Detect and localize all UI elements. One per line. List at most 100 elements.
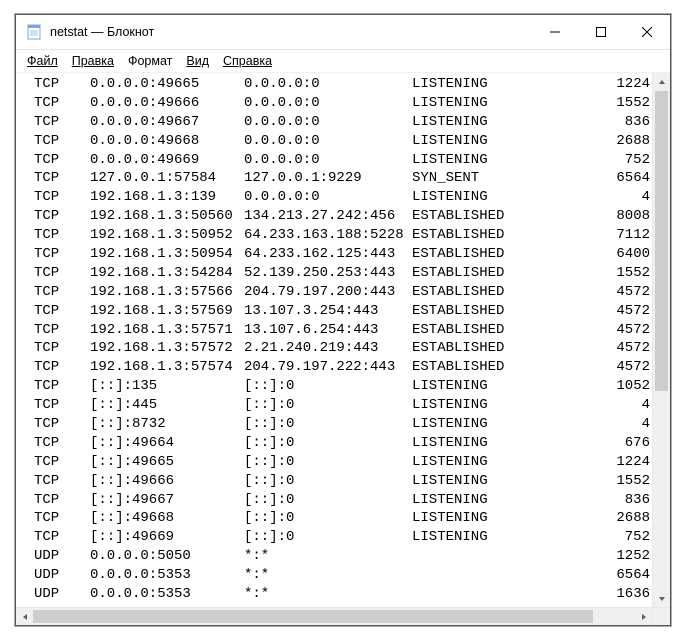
- cell-pid: 4: [538, 396, 652, 415]
- cell-remote: [::]:0: [244, 528, 412, 547]
- cell-state: LISTENING: [412, 509, 538, 528]
- table-row: TCP192.168.1.3:57566204.79.197.200:443ES…: [22, 283, 652, 302]
- cell-pid: 676: [538, 434, 652, 453]
- cell-local: 192.168.1.3:57571: [90, 321, 244, 340]
- cell-pid: 2688: [538, 132, 652, 151]
- close-button[interactable]: [624, 15, 670, 49]
- table-row: TCP[::]:49669[::]:0LISTENING752: [22, 528, 652, 547]
- cell-local: 192.168.1.3:57574: [90, 358, 244, 377]
- cell-local: 0.0.0.0:49666: [90, 94, 244, 113]
- cell-pid: 1552: [538, 472, 652, 491]
- cell-state: ESTABLISHED: [412, 358, 538, 377]
- scrollbar-corner: [652, 608, 670, 625]
- menu-file[interactable]: Файл: [22, 53, 63, 69]
- cell-remote: [::]:0: [244, 377, 412, 396]
- cell-state: LISTENING: [412, 528, 538, 547]
- cell-state: LISTENING: [412, 415, 538, 434]
- minimize-button[interactable]: [532, 15, 578, 49]
- cell-pid: 1224: [538, 75, 652, 94]
- cell-state: LISTENING: [412, 434, 538, 453]
- horizontal-scrollbar[interactable]: [16, 607, 670, 625]
- table-row: UDP0.0.0.0:5050*:*1252: [22, 547, 652, 566]
- cell-proto: TCP: [22, 169, 90, 188]
- cell-remote: [::]:0: [244, 491, 412, 510]
- menu-edit[interactable]: Правка: [67, 53, 119, 69]
- scroll-left-arrow-icon[interactable]: [16, 608, 33, 625]
- cell-proto: TCP: [22, 415, 90, 434]
- cell-pid: 1224: [538, 453, 652, 472]
- cell-local: 0.0.0.0:5050: [90, 547, 244, 566]
- cell-proto: TCP: [22, 132, 90, 151]
- cell-state: ESTABLISHED: [412, 283, 538, 302]
- scroll-up-arrow-icon[interactable]: [653, 73, 670, 90]
- cell-state: LISTENING: [412, 94, 538, 113]
- maximize-button[interactable]: [578, 15, 624, 49]
- cell-pid: 1636: [538, 585, 652, 604]
- horizontal-scroll-thumb[interactable]: [33, 610, 593, 623]
- cell-local: 192.168.1.3:50952: [90, 226, 244, 245]
- cell-remote: *:*: [244, 547, 412, 566]
- cell-pid: 6564: [538, 566, 652, 585]
- cell-local: 0.0.0.0:49668: [90, 132, 244, 151]
- cell-proto: TCP: [22, 226, 90, 245]
- table-row: UDP0.0.0.0:5353*:*1636: [22, 585, 652, 604]
- cell-local: 127.0.0.1:57584: [90, 169, 244, 188]
- menu-view[interactable]: Вид: [181, 53, 214, 69]
- table-row: TCP0.0.0.0:496670.0.0.0:0LISTENING836: [22, 113, 652, 132]
- cell-pid: 4572: [538, 302, 652, 321]
- cell-pid: 4: [538, 415, 652, 434]
- menu-help[interactable]: Справка: [218, 53, 277, 69]
- cell-state: LISTENING: [412, 75, 538, 94]
- cell-local: 192.168.1.3:54284: [90, 264, 244, 283]
- cell-pid: 8008: [538, 207, 652, 226]
- scroll-down-arrow-icon[interactable]: [653, 590, 670, 607]
- cell-proto: TCP: [22, 113, 90, 132]
- cell-remote: *:*: [244, 566, 412, 585]
- cell-pid: 2688: [538, 509, 652, 528]
- cell-remote: 64.233.163.188:5228: [244, 226, 412, 245]
- cell-remote: 13.107.6.254:443: [244, 321, 412, 340]
- cell-proto: TCP: [22, 207, 90, 226]
- table-row: TCP[::]:49668[::]:0LISTENING2688: [22, 509, 652, 528]
- table-row: TCP192.168.1.3:1390.0.0.0:0LISTENING4: [22, 188, 652, 207]
- cell-state: ESTABLISHED: [412, 302, 538, 321]
- table-row: TCP192.168.1.3:5757113.107.6.254:443ESTA…: [22, 321, 652, 340]
- table-row: TCP192.168.1.3:5095464.233.162.125:443ES…: [22, 245, 652, 264]
- cell-state: LISTENING: [412, 151, 538, 170]
- cell-state: LISTENING: [412, 188, 538, 207]
- cell-remote: 2.21.240.219:443: [244, 339, 412, 358]
- cell-state: ESTABLISHED: [412, 245, 538, 264]
- cell-state: ESTABLISHED: [412, 226, 538, 245]
- cell-proto: TCP: [22, 358, 90, 377]
- hscroll-track[interactable]: [33, 608, 635, 625]
- cell-local: 0.0.0.0:5353: [90, 566, 244, 585]
- cell-proto: TCP: [22, 94, 90, 113]
- cell-pid: 1552: [538, 94, 652, 113]
- text-content[interactable]: TCP0.0.0.0:496650.0.0.0:0LISTENING1224TC…: [16, 73, 652, 607]
- cell-proto: TCP: [22, 302, 90, 321]
- titlebar[interactable]: netstat — Блокнот: [16, 15, 670, 50]
- cell-pid: 752: [538, 151, 652, 170]
- cell-local: [::]:445: [90, 396, 244, 415]
- vertical-scrollbar[interactable]: [652, 73, 670, 607]
- cell-pid: 4572: [538, 321, 652, 340]
- cell-proto: TCP: [22, 377, 90, 396]
- cell-remote: 0.0.0.0:0: [244, 75, 412, 94]
- cell-local: 0.0.0.0:49669: [90, 151, 244, 170]
- vertical-scroll-thumb[interactable]: [655, 91, 668, 391]
- cell-local: 0.0.0.0:5353: [90, 585, 244, 604]
- cell-state: LISTENING: [412, 396, 538, 415]
- table-row: TCP[::]:135[::]:0LISTENING1052: [22, 377, 652, 396]
- cell-proto: TCP: [22, 453, 90, 472]
- menu-format[interactable]: Формат: [123, 53, 177, 69]
- cell-state: ESTABLISHED: [412, 339, 538, 358]
- cell-remote: 52.139.250.253:443: [244, 264, 412, 283]
- cell-local: 0.0.0.0:49667: [90, 113, 244, 132]
- cell-pid: 1552: [538, 264, 652, 283]
- table-row: TCP[::]:445[::]:0LISTENING4: [22, 396, 652, 415]
- cell-pid: 752: [538, 528, 652, 547]
- table-row: TCP192.168.1.3:57574204.79.197.222:443ES…: [22, 358, 652, 377]
- scroll-right-arrow-icon[interactable]: [635, 608, 652, 625]
- cell-local: 192.168.1.3:50560: [90, 207, 244, 226]
- cell-pid: 4572: [538, 358, 652, 377]
